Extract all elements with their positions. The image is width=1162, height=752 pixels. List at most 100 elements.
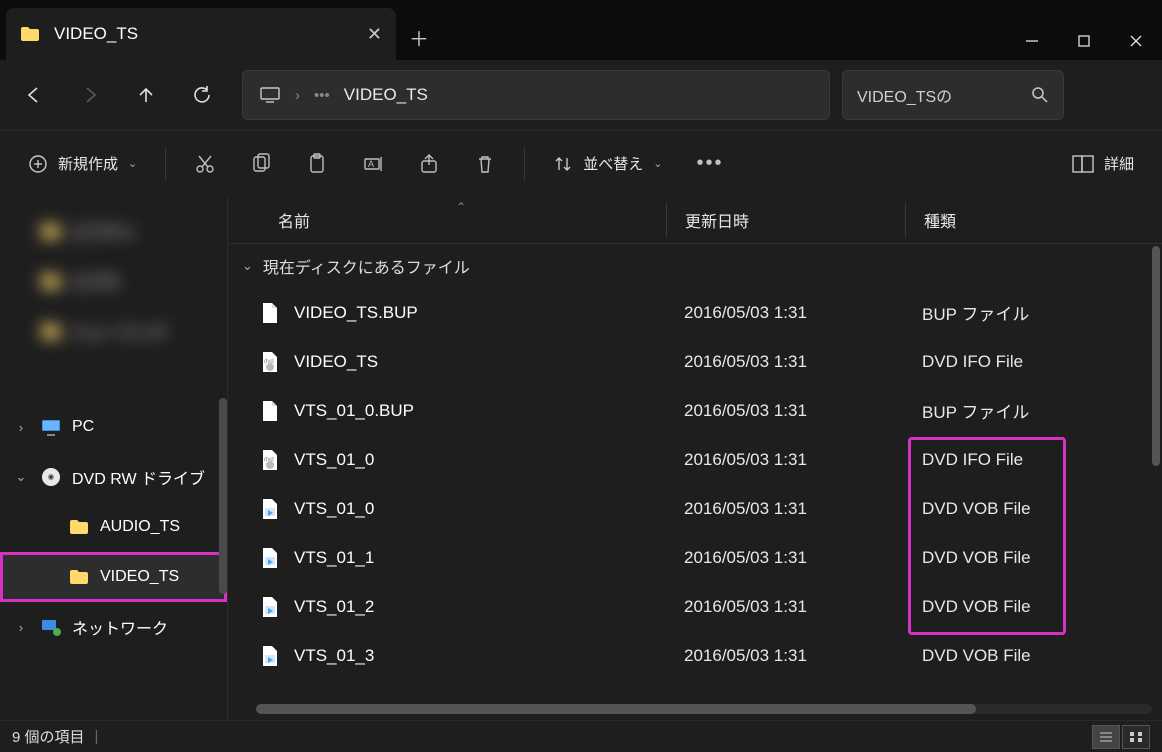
sidebar-item-video_ts[interactable]: VIDEO_TS: [0, 552, 227, 602]
vertical-scrollbar[interactable]: [1152, 246, 1160, 466]
new-button[interactable]: 新規作成 ⌄: [14, 142, 151, 186]
sidebar-item-blurred[interactable]: ビデオ: [0, 256, 227, 306]
back-button[interactable]: [8, 72, 60, 118]
forward-button[interactable]: [64, 72, 116, 118]
search-icon: [1031, 86, 1049, 104]
file-row[interactable]: VTS_01_02016/05/03 1:31DVD VOB File: [228, 484, 1162, 533]
file-row[interactable]: dvdVTS_01_02016/05/03 1:31DVD IFO File: [228, 435, 1162, 484]
file-name: VTS_01_0.BUP: [294, 401, 414, 421]
details-layout-button[interactable]: [1092, 725, 1120, 749]
file-date: 2016/05/03 1:31: [666, 303, 904, 323]
file-icon: dvd: [260, 448, 280, 472]
sort-button[interactable]: 並べ替え ⌄: [539, 142, 676, 186]
cut-button[interactable]: [180, 142, 230, 186]
copy-button[interactable]: [236, 142, 286, 186]
address-bar-row: › ••• VIDEO_TS VIDEO_TSの: [0, 60, 1162, 130]
sidebar-item-dvd-rw-ドライブ[interactable]: ⌄DVD RW ドライブ: [0, 452, 227, 502]
paste-button[interactable]: [292, 142, 342, 186]
file-name: VTS_01_1: [294, 548, 374, 568]
file-date: 2016/05/03 1:31: [666, 450, 904, 470]
sidebar-item-label: PC: [72, 418, 94, 436]
chevron-icon: ›: [12, 620, 30, 635]
column-header-date[interactable]: 更新日時: [667, 208, 905, 232]
folder-icon: [20, 26, 40, 42]
file-type: BUP ファイル: [904, 398, 1162, 423]
column-header-name[interactable]: 名前: [228, 208, 666, 232]
refresh-button[interactable]: [176, 72, 228, 118]
item-count: 9 個の項目: [12, 726, 85, 747]
delete-button[interactable]: [460, 142, 510, 186]
horizontal-scrollbar[interactable]: [256, 704, 1152, 714]
status-bar: 9 個の項目 |: [0, 720, 1162, 752]
pc-icon: [259, 86, 281, 104]
file-type: BUP ファイル: [904, 300, 1162, 325]
details-view-icon: [1072, 155, 1094, 173]
group-header[interactable]: ⌄ 現在ディスクにあるファイル: [228, 244, 1162, 288]
sort-indicator-icon: ⌃: [456, 200, 466, 214]
pc-icon: [40, 417, 62, 437]
file-row[interactable]: VTS_01_3 2016/05/03 1:31DVD VOB File: [228, 631, 1162, 680]
close-tab-button[interactable]: ✕: [367, 24, 382, 45]
file-icon: [260, 301, 280, 325]
sidebar-item-label: ネットワーク: [72, 615, 168, 639]
file-date: 2016/05/03 1:31: [666, 548, 904, 568]
toolbar: 新規作成 ⌄ A 並べ替え ⌄ ••• 詳細: [0, 130, 1162, 196]
rename-button[interactable]: A: [348, 142, 398, 186]
breadcrumb-segment[interactable]: VIDEO_TS: [344, 85, 428, 105]
sidebar-scrollbar[interactable]: [219, 398, 227, 594]
status-divider: |: [95, 728, 99, 745]
sidebar-item-pc[interactable]: › PC: [0, 402, 227, 452]
new-tab-button[interactable]: ＋: [396, 14, 442, 60]
file-row[interactable]: dvdVIDEO_TS2016/05/03 1:31DVD IFO File: [228, 337, 1162, 386]
file-date: 2016/05/03 1:31: [666, 499, 904, 519]
file-name: VTS_01_0: [294, 499, 374, 519]
search-input[interactable]: VIDEO_TSの: [842, 70, 1064, 120]
file-icon: dvd: [260, 350, 280, 374]
toolbar-divider: [524, 147, 525, 181]
navigation-pane: ピクチャ ビデオ ミュージック › PC ⌄DVD RW ドライブ AUDIO_TS V…: [0, 196, 227, 720]
file-icon: [260, 644, 280, 668]
file-name: VTS_01_3: [294, 646, 374, 666]
up-button[interactable]: [120, 72, 172, 118]
sidebar-item-label: DVD RW ドライブ: [72, 465, 205, 489]
file-date: 2016/05/03 1:31: [666, 401, 904, 421]
sidebar-item-label: AUDIO_TS: [100, 518, 180, 536]
chevron-down-icon: ⌄: [653, 157, 662, 170]
svg-text:A: A: [368, 159, 374, 169]
chevron-icon: ›: [12, 420, 30, 435]
icons-layout-button[interactable]: [1122, 725, 1150, 749]
maximize-button[interactable]: [1058, 22, 1110, 60]
address-bar[interactable]: › ••• VIDEO_TS: [242, 70, 830, 120]
chevron-right-icon: ›: [295, 87, 300, 104]
close-window-button[interactable]: [1110, 22, 1162, 60]
file-row[interactable]: VTS_01_0.BUP 2016/05/03 1:31BUP ファイル: [228, 386, 1162, 435]
chevron-down-icon: ⌄: [128, 157, 137, 170]
file-row[interactable]: VTS_01_12016/05/03 1:31DVD VOB File: [228, 533, 1162, 582]
sidebar-item-blurred[interactable]: ミュージック: [0, 306, 227, 356]
file-date: 2016/05/03 1:31: [666, 597, 904, 617]
tab-current[interactable]: VIDEO_TS ✕: [6, 8, 396, 60]
view-button[interactable]: 詳細: [1058, 142, 1148, 186]
sidebar-item-audio_ts[interactable]: AUDIO_TS: [0, 502, 227, 552]
ellipsis-icon[interactable]: •••: [314, 87, 330, 104]
file-list-pane: ⌃ 名前 更新日時 種類 ⌄ 現在ディスクにあるファイル VIDEO_TS.BU…: [227, 196, 1162, 720]
scrollbar-thumb[interactable]: [256, 704, 976, 714]
column-header-type[interactable]: 種類: [906, 208, 1162, 232]
file-type: DVD VOB File: [904, 597, 1162, 617]
sidebar-item-ネットワーク[interactable]: › ネットワーク: [0, 602, 227, 652]
share-button[interactable]: [404, 142, 454, 186]
column-headers: ⌃ 名前 更新日時 種類: [228, 196, 1162, 244]
sidebar-item-blurred[interactable]: ピクチャ: [0, 206, 227, 256]
window-controls: [1006, 22, 1162, 60]
file-row[interactable]: VTS_01_2 2016/05/03 1:31DVD VOB File: [228, 582, 1162, 631]
file-date: 2016/05/03 1:31: [666, 646, 904, 666]
file-name: VIDEO_TS: [294, 352, 378, 372]
minimize-button[interactable]: [1006, 22, 1058, 60]
file-name: VTS_01_0: [294, 450, 374, 470]
file-name: VTS_01_2: [294, 597, 374, 617]
file-icon: [260, 399, 280, 423]
file-row[interactable]: VIDEO_TS.BUP2016/05/03 1:31BUP ファイル: [228, 288, 1162, 337]
file-type: DVD VOB File: [904, 646, 1162, 666]
more-button[interactable]: •••: [682, 142, 737, 186]
toolbar-divider: [165, 147, 166, 181]
